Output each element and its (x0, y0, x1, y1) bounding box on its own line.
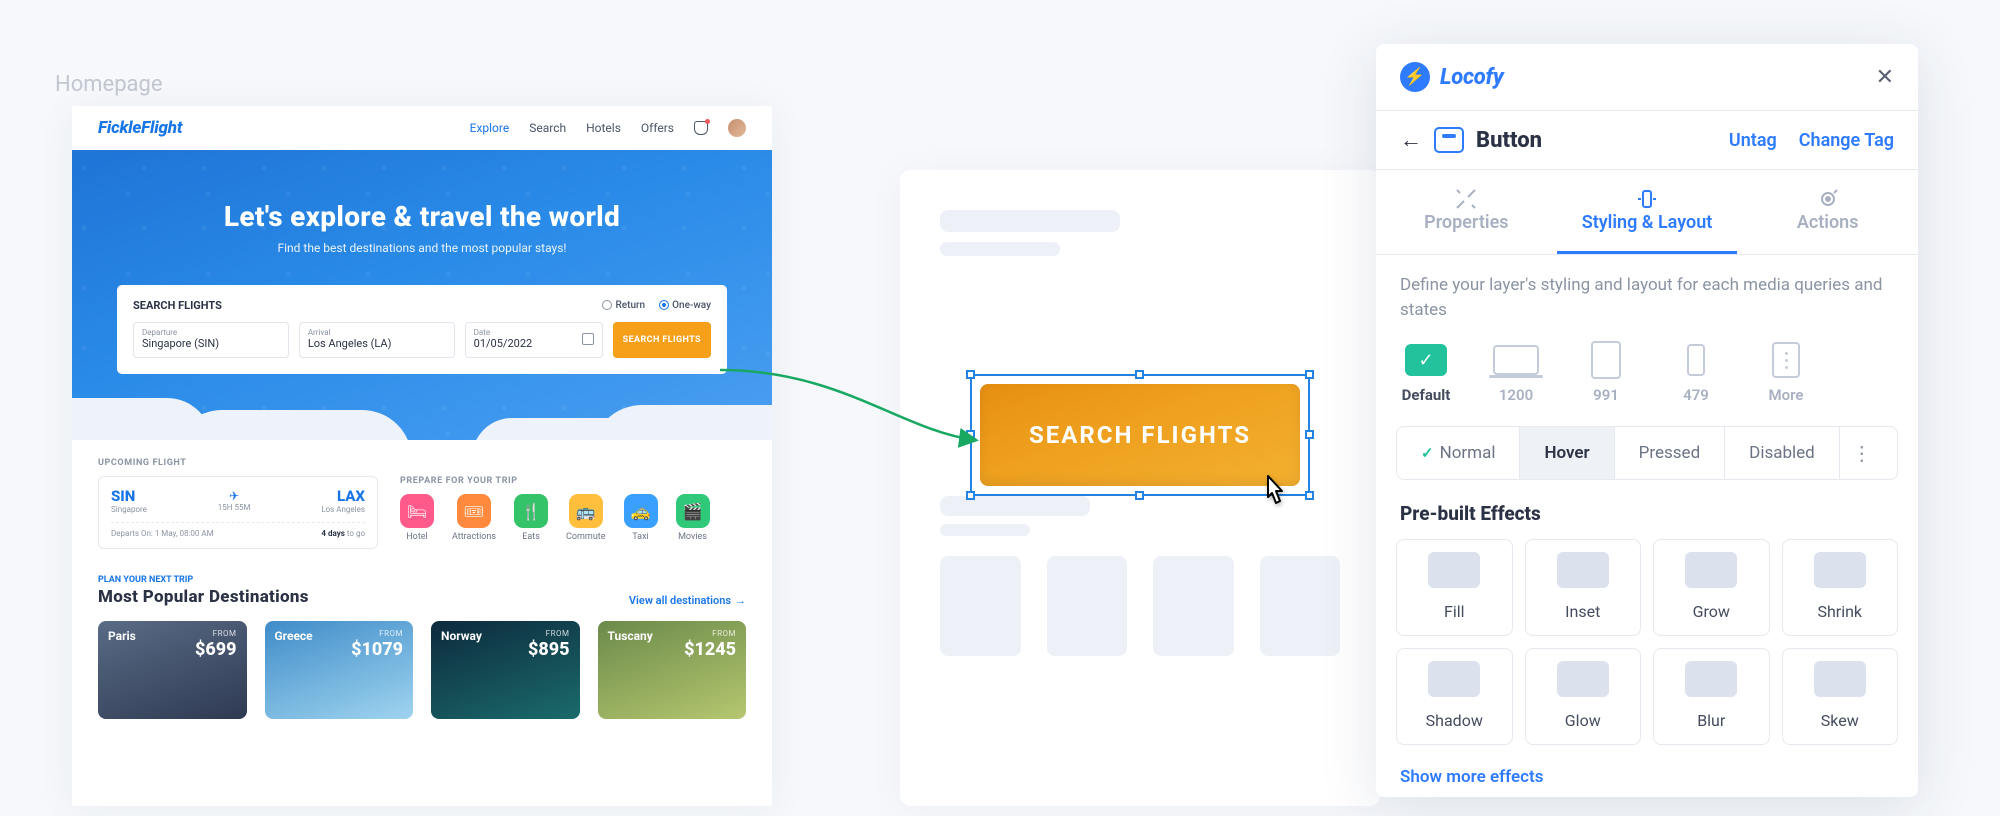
locofy-logo-text: Locofy (1440, 65, 1504, 90)
search-card-title: SEARCH FLIGHTS (133, 299, 222, 312)
bp-default[interactable]: ✓Default (1400, 342, 1452, 404)
check-icon: ✓ (1421, 444, 1434, 462)
homepage-nav: FickleFlight Explore Search Hotels Offer… (72, 106, 772, 150)
prep-item[interactable]: 🚌Commute (566, 494, 605, 542)
bp-1200[interactable]: 1200 (1490, 342, 1542, 404)
element-name: Button (1476, 128, 1542, 153)
nav-explore[interactable]: Explore (470, 121, 510, 135)
hero: Let's explore & travel the world Find th… (72, 150, 772, 440)
oneway-radio[interactable]: One-way (659, 300, 711, 311)
locofy-logo-icon: ⚡ (1400, 62, 1430, 92)
prepare-trip: PREPARE FOR YOUR TRIP 🛏Hotel🎟Attractions… (400, 476, 746, 542)
search-card: SEARCH FLIGHTS Return One-way Departure … (117, 285, 727, 374)
hero-clouds (72, 370, 772, 440)
state-hover[interactable]: Hover (1520, 427, 1614, 479)
upcoming-label: UPCOMING FLIGHT (98, 458, 746, 468)
wrench-icon (1376, 186, 1557, 212)
destination-card[interactable]: TuscanyFROM$1245 (598, 621, 747, 719)
prep-item[interactable]: 🎟Attractions (452, 494, 496, 542)
back-arrow-icon[interactable]: ← (1400, 127, 1422, 153)
effect-option[interactable]: Inset (1525, 539, 1642, 636)
pointer-cursor-icon (1258, 473, 1292, 518)
effect-option[interactable]: Fill (1396, 539, 1513, 636)
breadcrumb: ← Button Untag Change Tag (1376, 111, 1918, 169)
state-more-icon[interactable]: ⋮ (1840, 427, 1884, 479)
state-disabled[interactable]: Disabled (1725, 427, 1840, 479)
button-element-icon (1434, 127, 1464, 153)
target-icon (1737, 186, 1918, 212)
nav-links: Explore Search Hotels Offers (470, 119, 746, 137)
nav-offers[interactable]: Offers (641, 121, 674, 135)
search-flights-button[interactable]: SEARCH FLIGHTS (613, 322, 711, 358)
upcoming-flight-card[interactable]: SINSingapore ✈15H 55M LAXLos Angeles Dep… (98, 476, 378, 549)
tab-properties[interactable]: Properties (1376, 170, 1557, 254)
bell-icon[interactable] (694, 121, 708, 135)
nav-hotels[interactable]: Hotels (586, 121, 621, 135)
arrival-field[interactable]: Arrival Los Angeles (LA) (299, 322, 455, 358)
destination-card[interactable]: NorwayFROM$895 (431, 621, 580, 719)
change-tag-link[interactable]: Change Tag (1799, 130, 1894, 151)
prep-item[interactable]: 🛏Hotel (400, 494, 434, 542)
state-pressed[interactable]: Pressed (1615, 427, 1726, 479)
date-field[interactable]: Date 01/05/2022 (465, 322, 603, 358)
arrow-right-icon: → (735, 594, 746, 607)
destination-card[interactable]: ParisFROM$699 (98, 621, 247, 719)
effect-option[interactable]: Shadow (1396, 648, 1513, 745)
effects-heading: Pre-built Effects (1376, 502, 1918, 539)
effect-option[interactable]: Skew (1782, 648, 1899, 745)
plan-trip-label: PLAN YOUR NEXT TRIP (98, 575, 309, 585)
state-normal[interactable]: ✓Normal (1397, 427, 1520, 479)
layout-icon (1557, 186, 1738, 212)
view-all-link[interactable]: View all destinations → (629, 594, 746, 607)
homepage-frame: FickleFlight Explore Search Hotels Offer… (72, 106, 772, 806)
preview-area: SEARCH FLIGHTS (870, 106, 1410, 806)
avatar[interactable] (728, 119, 746, 137)
effect-option[interactable]: Shrink (1782, 539, 1899, 636)
effect-option[interactable]: Blur (1653, 648, 1770, 745)
destination-card[interactable]: GreeceFROM$1079 (265, 621, 414, 719)
search-flights-preview-button[interactable]: SEARCH FLIGHTS (980, 384, 1300, 486)
locofy-panel: ⚡ Locofy ✕ ← Button Untag Change Tag Pro… (1376, 44, 1918, 797)
plane-icon: ✈ (218, 489, 251, 503)
panel-tabs: Properties Styling & Layout Actions (1376, 169, 1918, 255)
prep-item[interactable]: 🚕Taxi (624, 494, 658, 542)
return-radio[interactable]: Return (602, 300, 645, 311)
nav-search[interactable]: Search (529, 121, 566, 135)
close-icon[interactable]: ✕ (1876, 65, 1894, 90)
bp-991[interactable]: 991 (1580, 342, 1632, 404)
bp-more[interactable]: More (1760, 342, 1812, 404)
calendar-icon (582, 333, 594, 345)
tab-actions[interactable]: Actions (1737, 170, 1918, 254)
show-more-effects-link[interactable]: Show more effects (1376, 763, 1918, 797)
destinations-title: Most Popular Destinations (98, 587, 309, 607)
departure-field[interactable]: Departure Singapore (SIN) (133, 322, 289, 358)
tab-description: Define your layer's styling and layout f… (1376, 255, 1918, 342)
untag-link[interactable]: Untag (1729, 130, 1777, 151)
tab-styling[interactable]: Styling & Layout (1557, 170, 1738, 254)
brand-logo[interactable]: FickleFlight (98, 118, 182, 138)
bp-479[interactable]: 479 (1670, 342, 1722, 404)
effect-option[interactable]: Glow (1525, 648, 1642, 745)
prep-item[interactable]: 🍴Eats (514, 494, 548, 542)
breakpoints: ✓Default 1200 991 479 More (1376, 342, 1918, 426)
effect-option[interactable]: Grow (1653, 539, 1770, 636)
prep-item[interactable]: 🎬Movies (676, 494, 710, 542)
hero-title: Let's explore & travel the world (72, 200, 772, 233)
selected-element: SEARCH FLIGHTS (970, 374, 1310, 496)
frame-label: Homepage (55, 72, 163, 97)
hero-subtitle: Find the best destinations and the most … (72, 241, 772, 255)
states-row: ✓Normal Hover Pressed Disabled ⋮ (1396, 426, 1898, 480)
